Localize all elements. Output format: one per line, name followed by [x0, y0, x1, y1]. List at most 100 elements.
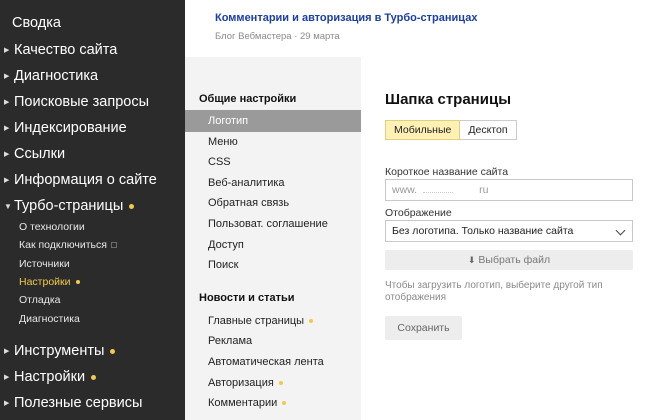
header-settings-panel: Шапка страницы Мобильные Десктоп Коротко… — [361, 57, 653, 420]
settings-nav-label: Комментарии — [208, 397, 278, 409]
sidebar-subitem-label: Отладка — [19, 294, 61, 306]
tab-desktop[interactable]: Десктоп — [460, 120, 517, 140]
settings-nav-label: Реклама — [208, 335, 253, 347]
settings-nav-item-css[interactable]: CSS — [208, 156, 231, 168]
sidebar-item-label: Индексирование — [14, 120, 127, 136]
triangle-right-icon: ▶ — [4, 125, 10, 132]
save-button[interactable]: Сохранить — [385, 316, 462, 340]
redacted-text — [423, 187, 454, 193]
settings-nav-item-search[interactable]: Поиск — [208, 259, 238, 271]
sidebar-subitem-label: Как подключиться — [19, 239, 107, 251]
settings-nav-item-feedback[interactable]: Обратная связь — [208, 197, 289, 209]
main-sidebar: Сводка ▶ Качество сайта ▶ Диагностика ▶ … — [0, 0, 185, 420]
status-dot — [278, 381, 283, 385]
upload-arrow-icon: ⬇ — [467, 254, 476, 265]
settings-nav-label: Автоматическая лента — [208, 356, 324, 368]
triangle-right-icon: ▶ — [4, 348, 10, 355]
status-dot — [129, 203, 135, 209]
sidebar-subitem-sources[interactable]: Источники — [19, 258, 70, 270]
sidebar-item-summary[interactable]: Сводка — [12, 15, 61, 31]
sidebar-item-links[interactable]: ▶ Ссылки — [4, 146, 65, 162]
chevron-down-icon — [615, 225, 626, 236]
sidebar-item-diagnostics[interactable]: ▶ Диагностика — [4, 68, 98, 84]
external-link-icon — [110, 242, 117, 248]
triangle-right-icon: ▶ — [4, 374, 10, 381]
choose-file-button[interactable]: ⬇ Выбрать файл — [385, 250, 633, 270]
triangle-right-icon: ▶ — [4, 47, 10, 54]
sidebar-item-site-quality[interactable]: ▶ Качество сайта — [4, 42, 117, 58]
settings-nav-label: Авторизация — [208, 377, 274, 389]
status-dot — [110, 348, 116, 354]
short-name-label: Короткое название сайта — [385, 166, 509, 178]
settings-nav-label: Меню — [208, 136, 238, 148]
sidebar-item-label: Ссылки — [14, 146, 66, 162]
triangle-right-icon: ▶ — [4, 400, 10, 407]
sidebar-item-indexing[interactable]: ▶ Индексирование — [4, 120, 127, 136]
choose-file-label: Выбрать файл — [478, 254, 551, 266]
settings-nav-label: Веб-аналитика — [208, 177, 285, 189]
settings-nav-item-menu[interactable]: Меню — [208, 136, 238, 148]
short-name-suffix: ru — [479, 184, 489, 196]
settings-nav-item-main-pages[interactable]: Главные страницы — [208, 315, 314, 327]
settings-nav: Общие настройки Логотип Меню CSS Веб-ана… — [185, 57, 361, 420]
news-articles-heading: Новости и статьи — [199, 292, 295, 304]
display-select-value: Без логотипа. Только название сайта — [392, 225, 574, 237]
sidebar-item-label: Полезные сервисы — [14, 395, 143, 411]
sidebar-subitem-label: Настройки — [19, 276, 71, 288]
sidebar-item-label: Качество сайта — [14, 42, 118, 58]
settings-nav-item-user-agreement[interactable]: Пользоват. соглашение — [208, 218, 328, 230]
sidebar-subitem-about[interactable]: О технологии — [19, 221, 85, 233]
settings-nav-item-access[interactable]: Доступ — [208, 239, 244, 251]
settings-nav-label: Пользоват. соглашение — [208, 218, 328, 230]
page-title: Шапка страницы — [385, 91, 511, 108]
status-dot — [282, 401, 287, 405]
general-settings-heading: Общие настройки — [199, 93, 297, 105]
sidebar-item-label: Поисковые запросы — [14, 94, 149, 110]
sidebar-subitem-diagnostics[interactable]: Диагностика — [19, 313, 80, 325]
settings-nav-item-analytics[interactable]: Веб-аналитика — [208, 177, 285, 189]
settings-nav-item-ads[interactable]: Реклама — [208, 335, 252, 347]
sidebar-item-settings[interactable]: ▶ Настройки — [4, 369, 97, 385]
status-dot — [91, 374, 97, 380]
sidebar-item-tools[interactable]: ▶ Инструменты — [4, 343, 116, 359]
settings-nav-item-logo[interactable]: Логотип — [185, 110, 361, 132]
upload-hint: Чтобы загрузить логотип, выберите другой… — [385, 280, 603, 303]
display-select[interactable]: Без логотипа. Только название сайта — [385, 220, 633, 242]
sidebar-item-label: Инструменты — [14, 343, 105, 359]
sidebar-item-site-info[interactable]: ▶ Информация о сайте — [4, 172, 157, 188]
status-dot — [309, 319, 314, 323]
display-label: Отображение — [385, 207, 452, 219]
sidebar-subitem-how-to-connect[interactable]: Как подключиться — [19, 239, 117, 251]
sidebar-subitem-settings[interactable]: Настройки — [19, 276, 80, 288]
tab-mobile[interactable]: Мобильные — [385, 120, 461, 140]
sidebar-subitem-label: Диагностика — [19, 313, 80, 325]
blog-article-banner: Комментарии и авторизация в Турбо-страни… — [185, 0, 653, 57]
sidebar-item-label: Диагностика — [14, 68, 99, 84]
triangle-right-icon: ▶ — [4, 73, 10, 80]
sidebar-item-search-queries[interactable]: ▶ Поисковые запросы — [4, 94, 149, 110]
sidebar-item-turbo-pages[interactable]: ▼ Турбо-страницы — [4, 198, 135, 214]
article-title-link[interactable]: Комментарии и авторизация в Турбо-страни… — [215, 12, 477, 24]
sidebar-subitem-debug[interactable]: Отладка — [19, 294, 61, 306]
short-name-prefix: www. — [392, 184, 418, 196]
triangle-right-icon: ▶ — [4, 177, 10, 184]
settings-nav-item-comments[interactable]: Комментарии — [208, 397, 287, 409]
sidebar-item-label: Настройки — [14, 369, 86, 385]
triangle-right-icon: ▶ — [4, 99, 10, 106]
status-dot — [75, 280, 80, 284]
settings-nav-label: Логотип — [208, 115, 249, 127]
sidebar-item-label: Сводка — [12, 15, 61, 31]
triangle-right-icon: ▶ — [4, 151, 10, 158]
device-toggle: Мобильные Десктоп — [385, 120, 517, 140]
sidebar-item-label: Турбо-страницы — [14, 198, 124, 214]
settings-nav-item-auto-feed[interactable]: Автоматическая лента — [208, 356, 324, 368]
settings-nav-label: Доступ — [208, 239, 244, 251]
settings-nav-label: CSS — [208, 156, 231, 168]
sidebar-item-label: Информация о сайте — [14, 172, 157, 188]
sidebar-subitem-label: О технологии — [19, 221, 85, 233]
settings-nav-item-authorization[interactable]: Авторизация — [208, 377, 283, 389]
short-name-input[interactable]: www. ru — [385, 179, 633, 201]
sidebar-item-useful-services[interactable]: ▶ Полезные сервисы — [4, 395, 142, 411]
sidebar-subitem-label: Источники — [19, 258, 70, 270]
settings-nav-label: Поиск — [208, 259, 239, 271]
